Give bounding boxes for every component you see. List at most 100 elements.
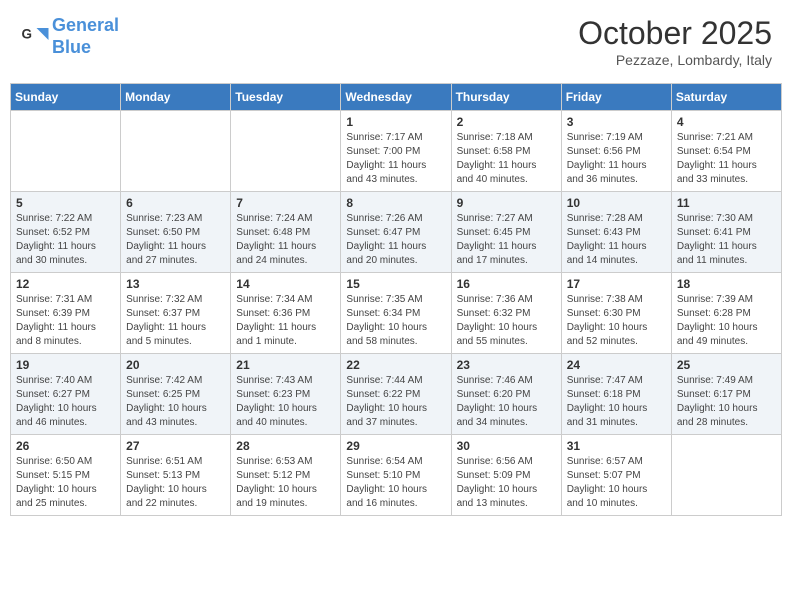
day-number: 1 [346, 115, 445, 129]
calendar-cell: 24Sunrise: 7:47 AM Sunset: 6:18 PM Dayli… [561, 354, 671, 435]
day-number: 8 [346, 196, 445, 210]
day-info: Sunrise: 7:40 AM Sunset: 6:27 PM Dayligh… [16, 374, 115, 430]
weekday-header: Saturday [671, 84, 781, 111]
day-info: Sunrise: 7:46 AM Sunset: 6:20 PM Dayligh… [457, 374, 556, 430]
day-number: 3 [567, 115, 666, 129]
calendar-week-row: 26 Sunrise: 6:50 AM Sunset: 5:15 PM Dayli… [11, 435, 782, 516]
day-number: 30 [457, 439, 556, 453]
title-block: October 2025 Pezzaze, Lombardy, Italy [578, 15, 772, 68]
day-number: 12 [16, 277, 115, 291]
day-number: 18 [677, 277, 776, 291]
day-info: Sunrise: 7:18 AM Sunset: 6:58 PM Dayligh… [457, 131, 556, 187]
day-info: Sunrise: 7:42 AM Sunset: 6:25 PM Dayligh… [126, 374, 225, 430]
calendar-cell [671, 435, 781, 516]
day-info: Sunrise: 6:54 AM Sunset: 5:10 PM Dayligh… [346, 455, 445, 511]
calendar-cell: 9 Sunrise: 7:27 AM Sunset: 6:45 PM Daylig… [451, 192, 561, 273]
day-info: Sunrise: 7:35 AM Sunset: 6:34 PM Dayligh… [346, 293, 445, 349]
page-header: G General Blue October 2025 Pezzaze, Lom… [10, 10, 782, 73]
day-number: 15 [346, 277, 445, 291]
calendar-cell: 8 Sunrise: 7:26 AM Sunset: 6:47 PM Daylig… [341, 192, 451, 273]
calendar-cell: 14 Sunrise: 7:34 AM Sunset: 6:36 PM Dayli… [231, 273, 341, 354]
day-info: Sunrise: 7:23 AM Sunset: 6:50 PM Dayligh… [126, 212, 225, 268]
calendar-cell [231, 111, 341, 192]
day-info: Sunrise: 7:43 AM Sunset: 6:23 PM Dayligh… [236, 374, 335, 430]
day-info: Sunrise: 7:36 AM Sunset: 6:32 PM Dayligh… [457, 293, 556, 349]
calendar-cell [11, 111, 121, 192]
calendar-table: SundayMondayTuesdayWednesdayThursdayFrid… [10, 83, 782, 516]
weekday-header: Wednesday [341, 84, 451, 111]
day-info: Sunrise: 7:32 AM Sunset: 6:37 PM Dayligh… [126, 293, 225, 349]
day-number: 14 [236, 277, 335, 291]
day-info: Sunrise: 7:38 AM Sunset: 6:30 PM Dayligh… [567, 293, 666, 349]
calendar-cell: 20 Sunrise: 7:42 AM Sunset: 6:25 PM Dayli… [121, 354, 231, 435]
calendar-week-row: 5 Sunrise: 7:22 AM Sunset: 6:52 PM Daylig… [11, 192, 782, 273]
calendar-cell: 5 Sunrise: 7:22 AM Sunset: 6:52 PM Daylig… [11, 192, 121, 273]
day-info: Sunrise: 6:51 AM Sunset: 5:13 PM Dayligh… [126, 455, 225, 511]
calendar-cell: 3 Sunrise: 7:19 AM Sunset: 6:56 PM Daylig… [561, 111, 671, 192]
day-number: 28 [236, 439, 335, 453]
day-number: 6 [126, 196, 225, 210]
calendar-cell: 11Sunrise: 7:30 AM Sunset: 6:41 PM Dayli… [671, 192, 781, 273]
day-number: 5 [16, 196, 115, 210]
day-info: Sunrise: 7:19 AM Sunset: 6:56 PM Dayligh… [567, 131, 666, 187]
calendar-cell: 10Sunrise: 7:28 AM Sunset: 6:43 PM Dayli… [561, 192, 671, 273]
calendar-cell: 1 Sunrise: 7:17 AM Sunset: 7:00 PM Daylig… [341, 111, 451, 192]
day-number: 29 [346, 439, 445, 453]
day-info: Sunrise: 6:50 AM Sunset: 5:15 PM Dayligh… [16, 455, 115, 511]
calendar-cell: 27 Sunrise: 6:51 AM Sunset: 5:13 PM Dayli… [121, 435, 231, 516]
day-info: Sunrise: 7:27 AM Sunset: 6:45 PM Dayligh… [457, 212, 556, 268]
weekday-header: Sunday [11, 84, 121, 111]
weekday-header: Friday [561, 84, 671, 111]
calendar-cell: 29 Sunrise: 6:54 AM Sunset: 5:10 PM Dayli… [341, 435, 451, 516]
month-title: October 2025 [578, 15, 772, 52]
calendar-week-row: 19 Sunrise: 7:40 AM Sunset: 6:27 PM Dayli… [11, 354, 782, 435]
svg-text:G: G [22, 26, 33, 41]
calendar-cell: 4Sunrise: 7:21 AM Sunset: 6:54 PM Daylig… [671, 111, 781, 192]
day-number: 2 [457, 115, 556, 129]
day-number: 17 [567, 277, 666, 291]
day-info: Sunrise: 7:34 AM Sunset: 6:36 PM Dayligh… [236, 293, 335, 349]
calendar-cell: 16Sunrise: 7:36 AM Sunset: 6:32 PM Dayli… [451, 273, 561, 354]
calendar-cell: 28 Sunrise: 6:53 AM Sunset: 5:12 PM Dayli… [231, 435, 341, 516]
day-info: Sunrise: 7:17 AM Sunset: 7:00 PM Dayligh… [346, 131, 445, 187]
day-info: Sunrise: 7:28 AM Sunset: 6:43 PM Dayligh… [567, 212, 666, 268]
day-number: 20 [126, 358, 225, 372]
day-number: 31 [567, 439, 666, 453]
day-info: Sunrise: 7:26 AM Sunset: 6:47 PM Dayligh… [346, 212, 445, 268]
calendar-cell: 18 Sunrise: 7:39 AM Sunset: 6:28 PM Dayli… [671, 273, 781, 354]
day-number: 11 [677, 196, 776, 210]
day-info: Sunrise: 6:53 AM Sunset: 5:12 PM Dayligh… [236, 455, 335, 511]
day-number: 9 [457, 196, 556, 210]
day-number: 4 [677, 115, 776, 129]
day-info: Sunrise: 7:22 AM Sunset: 6:52 PM Dayligh… [16, 212, 115, 268]
calendar-cell: 19 Sunrise: 7:40 AM Sunset: 6:27 PM Dayli… [11, 354, 121, 435]
location: Pezzaze, Lombardy, Italy [578, 52, 772, 68]
calendar-cell: 30 Sunrise: 6:56 AM Sunset: 5:09 PM Dayli… [451, 435, 561, 516]
day-number: 26 [16, 439, 115, 453]
calendar-cell: 31Sunrise: 6:57 AM Sunset: 5:07 PM Dayli… [561, 435, 671, 516]
day-info: Sunrise: 7:24 AM Sunset: 6:48 PM Dayligh… [236, 212, 335, 268]
calendar-cell: 26 Sunrise: 6:50 AM Sunset: 5:15 PM Dayli… [11, 435, 121, 516]
day-number: 27 [126, 439, 225, 453]
day-info: Sunrise: 7:31 AM Sunset: 6:39 PM Dayligh… [16, 293, 115, 349]
day-number: 19 [16, 358, 115, 372]
day-number: 13 [126, 277, 225, 291]
calendar-header-row: SundayMondayTuesdayWednesdayThursdayFrid… [11, 84, 782, 111]
day-info: Sunrise: 7:47 AM Sunset: 6:18 PM Dayligh… [567, 374, 666, 430]
calendar-cell: 21 Sunrise: 7:43 AM Sunset: 6:23 PM Dayli… [231, 354, 341, 435]
calendar-cell: 25Sunrise: 7:49 AM Sunset: 6:17 PM Dayli… [671, 354, 781, 435]
day-number: 23 [457, 358, 556, 372]
logo-text: General Blue [52, 15, 119, 58]
calendar-cell [121, 111, 231, 192]
calendar-cell: 6 Sunrise: 7:23 AM Sunset: 6:50 PM Daylig… [121, 192, 231, 273]
day-number: 21 [236, 358, 335, 372]
weekday-header: Thursday [451, 84, 561, 111]
day-number: 7 [236, 196, 335, 210]
day-info: Sunrise: 7:39 AM Sunset: 6:28 PM Dayligh… [677, 293, 776, 349]
calendar-cell: 15 Sunrise: 7:35 AM Sunset: 6:34 PM Dayli… [341, 273, 451, 354]
day-number: 25 [677, 358, 776, 372]
calendar-cell: 23 Sunrise: 7:46 AM Sunset: 6:20 PM Dayli… [451, 354, 561, 435]
day-info: Sunrise: 6:56 AM Sunset: 5:09 PM Dayligh… [457, 455, 556, 511]
calendar-cell: 7 Sunrise: 7:24 AM Sunset: 6:48 PM Daylig… [231, 192, 341, 273]
weekday-header: Tuesday [231, 84, 341, 111]
